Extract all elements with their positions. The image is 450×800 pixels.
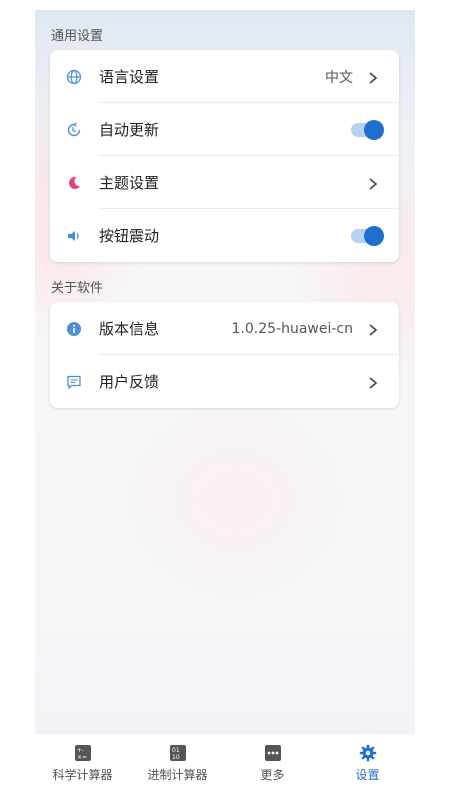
calculator-icon: +- ×= xyxy=(74,744,92,762)
about-card: 版本信息 1.0.25-huawei-cn 用户反馈 xyxy=(50,302,399,408)
svg-text:01: 01 xyxy=(172,747,180,754)
more-icon xyxy=(264,744,282,762)
bottom-tab-bar: +- ×= 科学计算器 01 10 进制计算器 更多 设置 xyxy=(35,733,415,800)
chevron-right-icon xyxy=(367,70,379,84)
vibration-toggle[interactable] xyxy=(351,225,384,246)
feedback-row[interactable]: 用户反馈 xyxy=(50,355,399,408)
auto-update-row: 自动更新 xyxy=(50,103,399,156)
svg-text:+-: +- xyxy=(77,747,84,754)
svg-text:×=: ×= xyxy=(77,754,87,761)
section-title-about: 关于软件 xyxy=(51,281,104,296)
tab-label: 进制计算器 xyxy=(147,768,208,782)
vibration-row: 按钮震动 xyxy=(50,209,399,262)
toggle-knob xyxy=(364,119,384,140)
general-settings-card: 语言设置 中文 自动更新 主题设置 按钮震动 xyxy=(50,50,399,262)
tab-settings[interactable]: 设置 xyxy=(320,734,415,800)
chevron-right-icon xyxy=(367,322,379,336)
chevron-right-icon xyxy=(367,176,379,190)
auto-update-toggle[interactable] xyxy=(351,119,384,140)
version-info-row[interactable]: 版本信息 1.0.25-huawei-cn xyxy=(50,302,399,355)
info-icon xyxy=(65,320,83,338)
svg-text:10: 10 xyxy=(172,754,180,761)
version-value: 1.0.25-huawei-cn xyxy=(231,320,353,337)
tab-binary-calculator[interactable]: 01 10 进制计算器 xyxy=(130,734,225,800)
language-value: 中文 xyxy=(325,69,353,86)
vibration-label: 按钮震动 xyxy=(99,227,160,245)
tab-label: 科学计算器 xyxy=(52,768,113,782)
language-setting-row[interactable]: 语言设置 中文 xyxy=(50,50,399,103)
theme-label: 主题设置 xyxy=(99,174,160,192)
theme-setting-row[interactable]: 主题设置 xyxy=(50,156,399,209)
background-decoration xyxy=(155,430,315,570)
globe-icon xyxy=(65,68,83,86)
toggle-knob xyxy=(364,225,384,246)
speaker-icon xyxy=(65,227,83,245)
chevron-right-icon xyxy=(367,375,379,389)
moon-icon xyxy=(65,174,83,192)
gear-icon xyxy=(359,744,377,762)
feedback-label: 用户反馈 xyxy=(99,373,160,391)
language-label: 语言设置 xyxy=(99,68,160,86)
refresh-clock-icon xyxy=(65,121,83,139)
tab-more[interactable]: 更多 xyxy=(225,734,320,800)
tab-label: 设置 xyxy=(355,768,380,782)
message-icon xyxy=(65,373,83,391)
section-title-general: 通用设置 xyxy=(51,29,104,44)
settings-screen: 通用设置 语言设置 中文 自动更新 主题设置 按钮震动 关于软件 版本信息 1.… xyxy=(35,10,415,800)
tab-scientific-calculator[interactable]: +- ×= 科学计算器 xyxy=(35,734,130,800)
version-label: 版本信息 xyxy=(99,320,160,338)
binary-calculator-icon: 01 10 xyxy=(169,744,187,762)
auto-update-label: 自动更新 xyxy=(99,121,160,139)
tab-label: 更多 xyxy=(260,768,285,782)
